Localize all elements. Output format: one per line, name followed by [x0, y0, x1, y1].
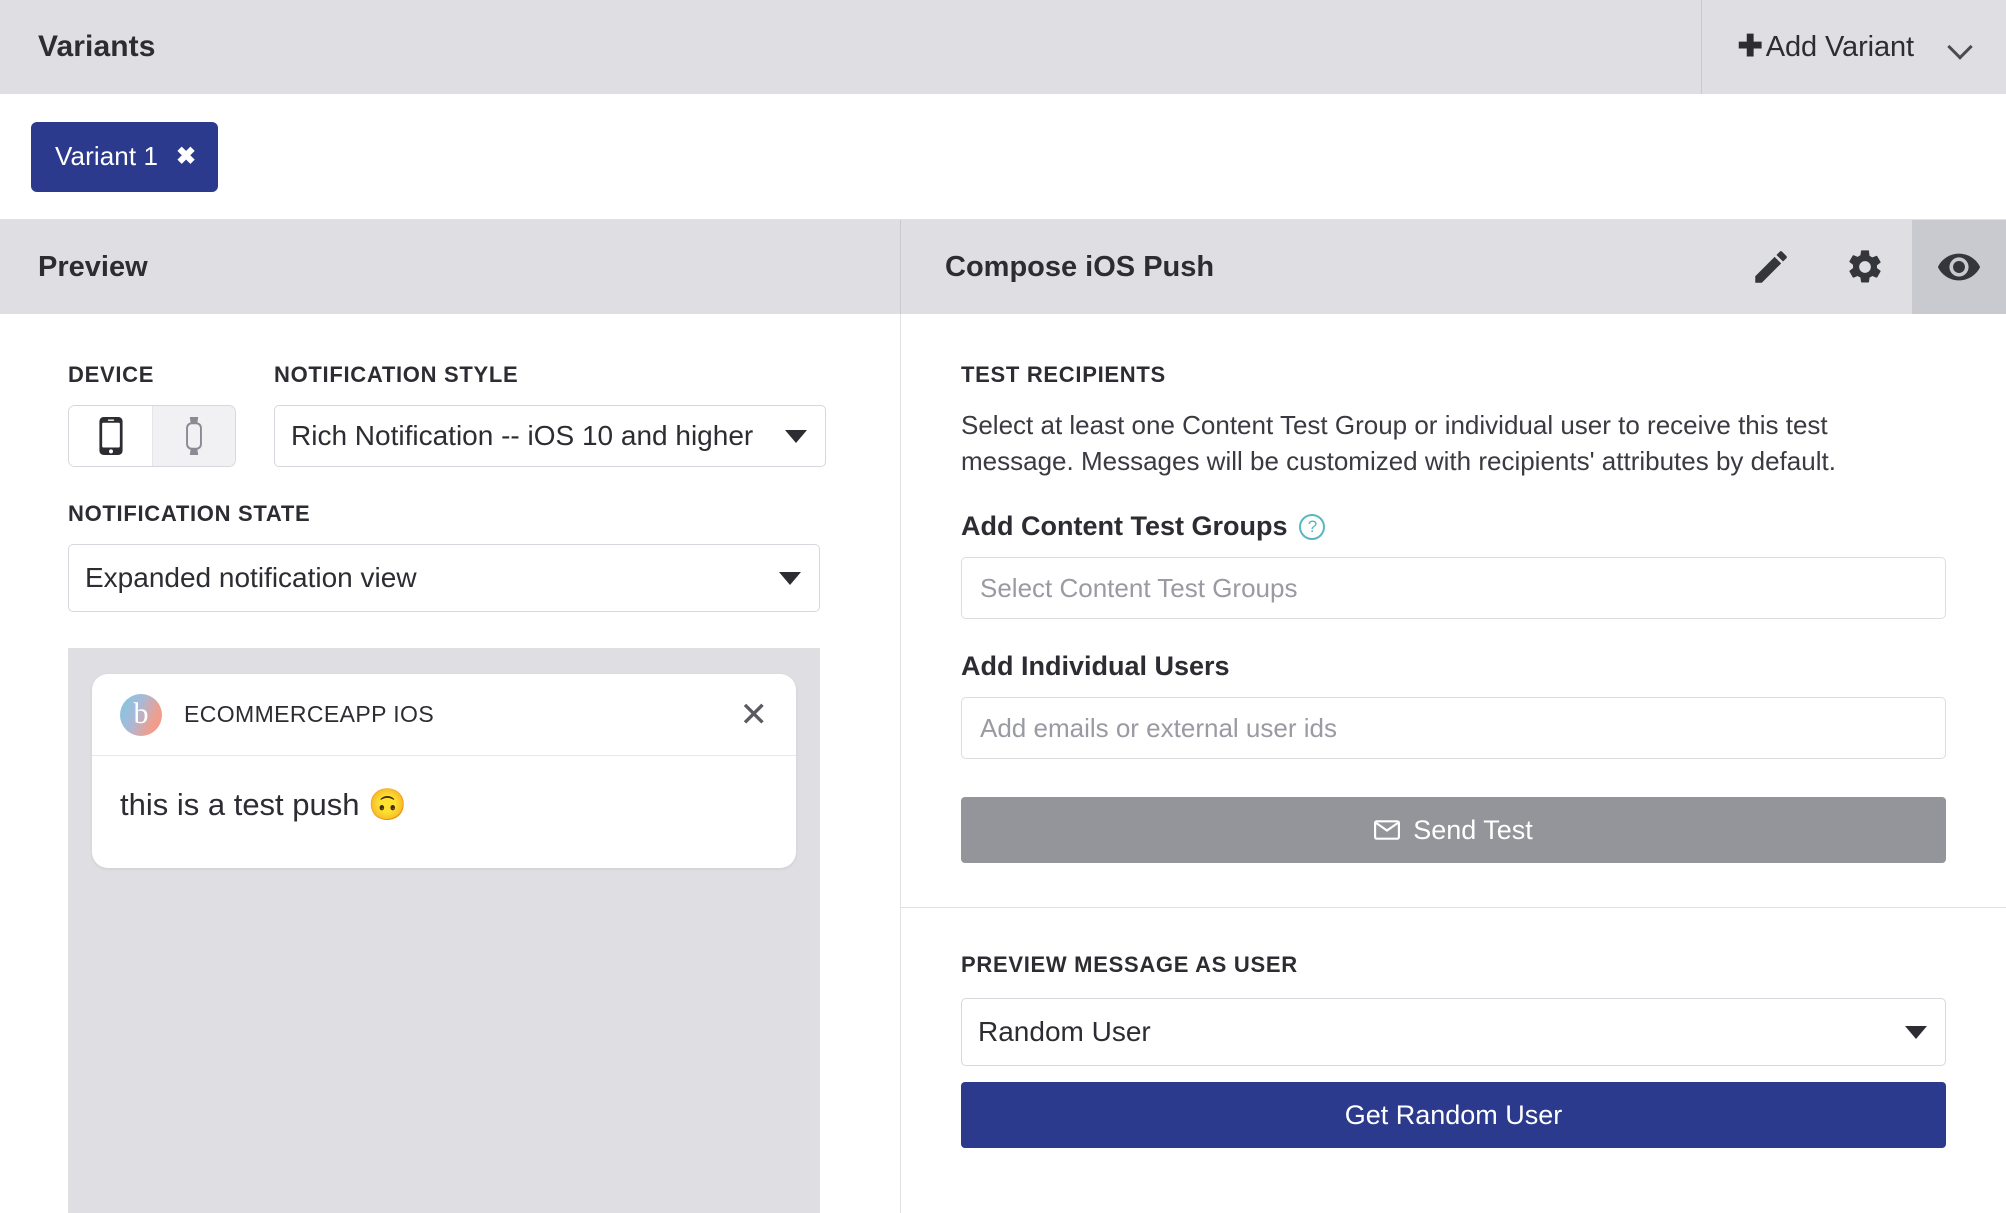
send-test-label: Send Test [1413, 814, 1533, 845]
test-recipients-label: TEST RECIPIENTS [961, 362, 1166, 387]
variant-tab-label: Variant 1 [55, 141, 159, 171]
notification-preview-stage: b ECOMMERCEAPP IOS ✕ this is a test push… [68, 648, 820, 1213]
device-label: DEVICE [68, 362, 155, 387]
content-test-groups-label-text: Add Content Test Groups [961, 511, 1288, 542]
app-icon: b [120, 693, 162, 736]
watch-icon [186, 417, 202, 455]
caret-down-icon [785, 429, 807, 443]
get-random-user-button[interactable]: Get Random User [961, 1082, 1946, 1149]
content-test-groups-label: Add Content Test Groups ? [961, 511, 1946, 542]
notification-style-field: NOTIFICATION STYLE Rich Notification -- … [274, 362, 826, 467]
get-random-user-label: Get Random User [1344, 1099, 1563, 1130]
app-icon-letter: b [133, 696, 149, 730]
compose-title: Compose iOS Push [945, 250, 1215, 283]
add-variant-label: Add Variant [1765, 30, 1914, 63]
plus-icon: ✚ [1737, 30, 1763, 63]
compose-panel-header: Compose iOS Push [900, 220, 2006, 314]
help-icon[interactable]: ? [1299, 513, 1326, 540]
preview-as-user-label: PREVIEW MESSAGE AS USER [961, 952, 1298, 978]
test-recipients-section: TEST RECIPIENTS Select at least one Cont… [901, 314, 2006, 909]
device-option-phone[interactable] [69, 406, 152, 466]
notification-state-field: NOTIFICATION STATE Expanded notification… [0, 467, 820, 612]
push-message-text: this is a test push 🙃 [120, 787, 407, 822]
push-app-name: ECOMMERCEAPP IOS [184, 701, 435, 727]
push-card-body: this is a test push 🙃 [92, 756, 796, 868]
preview-panel-header: Preview [0, 220, 900, 314]
preview-pane: DEVICE NOTIFICATION STYLE Rich Notificat… [0, 314, 900, 1213]
caret-down-icon [779, 571, 801, 585]
push-card-header: b ECOMMERCEAPP IOS ✕ [92, 674, 796, 756]
device-option-watch[interactable] [152, 406, 235, 466]
preview-as-user-value: Random User [978, 1016, 1151, 1048]
content-test-groups-input[interactable] [961, 557, 1946, 620]
notification-style-value: Rich Notification -- iOS 10 and higher [291, 420, 754, 451]
eye-icon[interactable] [1912, 220, 2006, 314]
page-title: Variants [38, 30, 156, 63]
close-icon[interactable]: ✖ [176, 144, 196, 169]
compose-toolbar [1724, 220, 2006, 314]
gear-icon[interactable] [1818, 220, 1912, 314]
variant-tab-1[interactable]: Variant 1 ✖ [31, 121, 219, 192]
phone-icon [98, 417, 123, 455]
notification-state-value: Expanded notification view [85, 562, 417, 593]
notification-style-label: NOTIFICATION STYLE [274, 362, 519, 387]
device-toggle [68, 405, 236, 467]
main-body: DEVICE NOTIFICATION STYLE Rich Notificat… [0, 314, 2006, 1213]
notification-state-select[interactable]: Expanded notification view [68, 544, 820, 612]
chevron-down-icon[interactable] [1950, 36, 1972, 58]
preview-controls-row: DEVICE NOTIFICATION STYLE Rich Notificat… [0, 362, 900, 467]
individual-users-label: Add Individual Users [961, 651, 1946, 682]
envelope-icon [1374, 820, 1401, 840]
close-icon[interactable]: ✕ [740, 698, 769, 732]
pencil-icon[interactable] [1724, 220, 1818, 314]
device-field: DEVICE [68, 362, 236, 467]
panel-headers: Preview Compose iOS Push [0, 220, 2006, 314]
variant-tab-strip: Variant 1 ✖ [0, 94, 2006, 220]
push-composer-screen: Variants ✚ Add Variant Variant 1 ✖ Previ… [0, 0, 2006, 1213]
individual-users-input[interactable] [961, 697, 1946, 760]
preview-title: Preview [38, 250, 148, 283]
test-recipients-description: Select at least one Content Test Group o… [961, 410, 1836, 476]
send-test-button[interactable]: Send Test [961, 797, 1946, 864]
compose-pane: TEST RECIPIENTS Select at least one Cont… [900, 314, 2006, 1213]
add-variant-button[interactable]: ✚ Add Variant [1700, 0, 2006, 94]
caret-down-icon [1905, 1025, 1927, 1039]
notification-state-label: NOTIFICATION STATE [68, 501, 311, 526]
preview-as-user-section: PREVIEW MESSAGE AS USER Random User Get … [901, 908, 2006, 1149]
variants-header: Variants ✚ Add Variant [0, 0, 2006, 94]
individual-users-label-text: Add Individual Users [961, 651, 1230, 682]
preview-as-user-select[interactable]: Random User [961, 998, 1946, 1067]
push-notification-card: b ECOMMERCEAPP IOS ✕ this is a test push… [92, 674, 796, 868]
notification-style-select[interactable]: Rich Notification -- iOS 10 and higher [274, 405, 826, 467]
